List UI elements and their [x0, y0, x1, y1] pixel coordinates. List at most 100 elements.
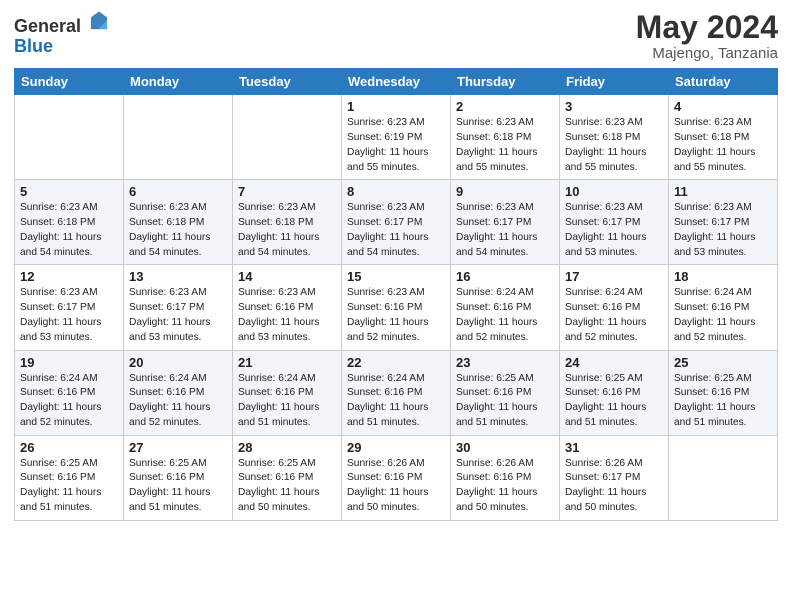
day-number: 25: [674, 355, 772, 370]
day-info: Sunrise: 6:23 AM Sunset: 6:16 PM Dayligh…: [238, 286, 336, 345]
day-info: Sunrise: 6:23 AM Sunset: 6:17 PM Dayligh…: [565, 201, 663, 260]
day-info: Sunrise: 6:25 AM Sunset: 6:16 PM Dayligh…: [456, 372, 554, 431]
day-number: 29: [347, 440, 445, 455]
logo-general: General: [14, 16, 81, 36]
table-row: 1 Sunrise: 6:23 AM Sunset: 6:19 PM Daylig…: [342, 95, 451, 180]
table-row: [233, 95, 342, 180]
day-info: Sunrise: 6:24 AM Sunset: 6:16 PM Dayligh…: [129, 372, 227, 431]
table-row: 6Sunrise: 6:23 AM Sunset: 6:18 PM Daylig…: [124, 180, 233, 265]
day-info: Sunrise: 6:25 AM Sunset: 6:16 PM Dayligh…: [238, 457, 336, 516]
day-number: 1: [347, 99, 445, 114]
table-row: 10 Sunrise: 6:23 AM Sunset: 6:17 PM Dayli…: [560, 180, 669, 265]
calendar-table: Sunday Monday Tuesday Wednesday Thursday…: [14, 68, 778, 521]
calendar-location: Majengo, Tanzania: [636, 45, 778, 62]
day-number: 19: [20, 355, 118, 370]
day-number: 21: [238, 355, 336, 370]
table-row: 28 Sunrise: 6:25 AM Sunset: 6:16 PM Dayli…: [233, 435, 342, 520]
day-info: Sunrise: 6:23 AM Sunset: 6:18 PM Dayligh…: [674, 116, 772, 175]
day-info: Sunrise: 6:24 AM Sunset: 6:16 PM Dayligh…: [20, 372, 118, 431]
day-number: 6: [129, 184, 227, 199]
day-info: Sunrise: 6:23 AM Sunset: 6:17 PM Dayligh…: [129, 286, 227, 345]
day-info: Sunrise: 6:23 AM Sunset: 6:17 PM Dayligh…: [347, 201, 445, 260]
day-info: Sunrise: 6:24 AM Sunset: 6:16 PM Dayligh…: [347, 372, 445, 431]
day-info: Sunrise: 6:25 AM Sunset: 6:16 PM Dayligh…: [565, 372, 663, 431]
col-wednesday: Wednesday: [342, 69, 451, 95]
table-row: 20 Sunrise: 6:24 AM Sunset: 6:16 PM Dayli…: [124, 350, 233, 435]
day-number: 28: [238, 440, 336, 455]
table-row: 14Sunrise: 6:23 AM Sunset: 6:16 PM Dayli…: [233, 265, 342, 350]
day-number: 2: [456, 99, 554, 114]
day-number: 17: [565, 269, 663, 284]
table-row: 5 Sunrise: 6:23 AM Sunset: 6:18 PM Daylig…: [15, 180, 124, 265]
table-row: 15Sunrise: 6:23 AM Sunset: 6:16 PM Dayli…: [342, 265, 451, 350]
day-info: Sunrise: 6:25 AM Sunset: 6:16 PM Dayligh…: [674, 372, 772, 431]
calendar-week-5: 26 Sunrise: 6:25 AM Sunset: 6:16 PM Dayli…: [15, 435, 778, 520]
day-number: 7: [238, 184, 336, 199]
day-info: Sunrise: 6:26 AM Sunset: 6:17 PM Dayligh…: [565, 457, 663, 516]
day-number: 4: [674, 99, 772, 114]
table-row: 27Sunrise: 6:25 AM Sunset: 6:16 PM Dayli…: [124, 435, 233, 520]
table-row: 7 Sunrise: 6:23 AM Sunset: 6:18 PM Daylig…: [233, 180, 342, 265]
table-row: [669, 435, 778, 520]
table-row: 19 Sunrise: 6:24 AM Sunset: 6:16 PM Dayli…: [15, 350, 124, 435]
day-number: 9: [456, 184, 554, 199]
table-row: 4 Sunrise: 6:23 AM Sunset: 6:18 PM Daylig…: [669, 95, 778, 180]
day-info: Sunrise: 6:23 AM Sunset: 6:18 PM Dayligh…: [20, 201, 118, 260]
day-info: Sunrise: 6:23 AM Sunset: 6:18 PM Dayligh…: [238, 201, 336, 260]
calendar-header-row: Sunday Monday Tuesday Wednesday Thursday…: [15, 69, 778, 95]
day-info: Sunrise: 6:25 AM Sunset: 6:16 PM Dayligh…: [20, 457, 118, 516]
day-info: Sunrise: 6:26 AM Sunset: 6:16 PM Dayligh…: [347, 457, 445, 516]
day-number: 26: [20, 440, 118, 455]
table-row: 25 Sunrise: 6:25 AM Sunset: 6:16 PM Dayli…: [669, 350, 778, 435]
day-number: 23: [456, 355, 554, 370]
day-number: 20: [129, 355, 227, 370]
day-number: 24: [565, 355, 663, 370]
day-number: 11: [674, 184, 772, 199]
table-row: [15, 95, 124, 180]
day-number: 13: [129, 269, 227, 284]
day-info: Sunrise: 6:23 AM Sunset: 6:19 PM Dayligh…: [347, 116, 445, 175]
calendar-week-2: 5 Sunrise: 6:23 AM Sunset: 6:18 PM Daylig…: [15, 180, 778, 265]
table-row: 29 Sunrise: 6:26 AM Sunset: 6:16 PM Dayli…: [342, 435, 451, 520]
table-row: 8 Sunrise: 6:23 AM Sunset: 6:17 PM Daylig…: [342, 180, 451, 265]
day-info: Sunrise: 6:24 AM Sunset: 6:16 PM Dayligh…: [565, 286, 663, 345]
day-number: 16: [456, 269, 554, 284]
title-block: May 2024 Majengo, Tanzania: [636, 10, 778, 62]
day-number: 5: [20, 184, 118, 199]
day-number: 10: [565, 184, 663, 199]
day-number: 12: [20, 269, 118, 284]
day-info: Sunrise: 6:23 AM Sunset: 6:18 PM Dayligh…: [565, 116, 663, 175]
day-info: Sunrise: 6:26 AM Sunset: 6:16 PM Dayligh…: [456, 457, 554, 516]
col-friday: Friday: [560, 69, 669, 95]
table-row: 2 Sunrise: 6:23 AM Sunset: 6:18 PM Daylig…: [451, 95, 560, 180]
day-info: Sunrise: 6:23 AM Sunset: 6:18 PM Dayligh…: [456, 116, 554, 175]
calendar-week-4: 19 Sunrise: 6:24 AM Sunset: 6:16 PM Dayli…: [15, 350, 778, 435]
day-number: 31: [565, 440, 663, 455]
day-info: Sunrise: 6:24 AM Sunset: 6:16 PM Dayligh…: [238, 372, 336, 431]
logo-icon: [88, 10, 110, 32]
page: General Blue May 2024 Majengo, Tanzania …: [0, 0, 792, 612]
col-monday: Monday: [124, 69, 233, 95]
logo-text: General Blue: [14, 10, 110, 57]
day-number: 30: [456, 440, 554, 455]
logo-blue: Blue: [14, 36, 53, 56]
day-info: Sunrise: 6:23 AM Sunset: 6:17 PM Dayligh…: [20, 286, 118, 345]
table-row: 17 Sunrise: 6:24 AM Sunset: 6:16 PM Dayli…: [560, 265, 669, 350]
table-row: 21 Sunrise: 6:24 AM Sunset: 6:16 PM Dayli…: [233, 350, 342, 435]
table-row: 26 Sunrise: 6:25 AM Sunset: 6:16 PM Dayli…: [15, 435, 124, 520]
table-row: 12 Sunrise: 6:23 AM Sunset: 6:17 PM Dayli…: [15, 265, 124, 350]
day-number: 22: [347, 355, 445, 370]
col-thursday: Thursday: [451, 69, 560, 95]
table-row: 31 Sunrise: 6:26 AM Sunset: 6:17 PM Dayli…: [560, 435, 669, 520]
table-row: [124, 95, 233, 180]
col-sunday: Sunday: [15, 69, 124, 95]
col-saturday: Saturday: [669, 69, 778, 95]
table-row: 18Sunrise: 6:24 AM Sunset: 6:16 PM Dayli…: [669, 265, 778, 350]
table-row: 16Sunrise: 6:24 AM Sunset: 6:16 PM Dayli…: [451, 265, 560, 350]
day-info: Sunrise: 6:23 AM Sunset: 6:17 PM Dayligh…: [456, 201, 554, 260]
calendar-title: May 2024: [636, 10, 778, 45]
day-number: 3: [565, 99, 663, 114]
day-number: 18: [674, 269, 772, 284]
table-row: 22 Sunrise: 6:24 AM Sunset: 6:16 PM Dayli…: [342, 350, 451, 435]
day-number: 8: [347, 184, 445, 199]
